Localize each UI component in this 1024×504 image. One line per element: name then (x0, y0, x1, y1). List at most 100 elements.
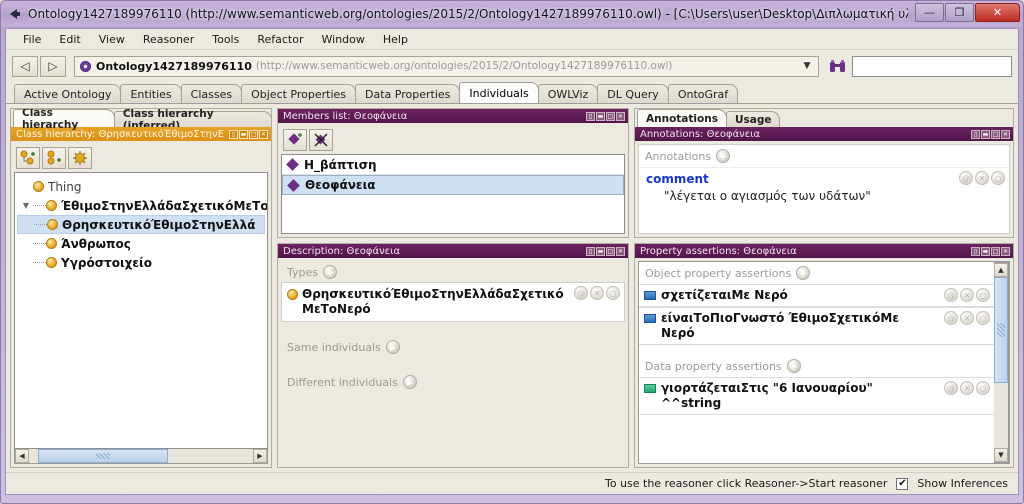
menu-tools[interactable]: Tools (203, 31, 248, 48)
delete-class-icon[interactable] (68, 147, 92, 169)
scroll-up-icon[interactable]: ▲ (994, 263, 1008, 277)
tab-owlviz[interactable]: OWLViz (537, 84, 599, 103)
scroll-thumb[interactable] (994, 277, 1008, 384)
annotate-icon[interactable]: @ (944, 311, 958, 325)
delete-icon[interactable]: ✕ (590, 286, 604, 300)
data-assertion-row[interactable]: γιορτάζεταιΣτις "6 Ιανουαρίου" ^^string … (639, 377, 994, 415)
minimize-panel-icon[interactable]: ▬ (981, 246, 990, 256)
back-button[interactable]: ◁ (12, 55, 38, 77)
scroll-down-icon[interactable]: ▼ (994, 448, 1008, 462)
minimize-panel-icon[interactable]: ▬ (239, 129, 248, 139)
menu-help[interactable]: Help (374, 31, 417, 48)
members-list[interactable]: Η_βάπτιση Θεοφάνεια (281, 154, 625, 234)
annotate-icon[interactable]: @ (574, 286, 588, 300)
subtab-usage[interactable]: Usage (725, 111, 781, 127)
maximize-panel-icon[interactable]: □ (991, 129, 1000, 139)
ontology-combobox[interactable]: Ontology1427189976110 (http://www.semant… (74, 55, 819, 77)
add-same-individual-icon[interactable]: ▸ (385, 340, 400, 354)
maximize-panel-icon[interactable]: □ (991, 246, 1000, 256)
delete-icon[interactable]: ✕ (960, 381, 974, 395)
type-entry[interactable]: ΘρησκευτικόΈθιμοΣτηνΕλλάδαΣχετικό ΜεΤοΝε… (281, 282, 625, 322)
scroll-track[interactable] (29, 449, 253, 463)
close-panel-icon[interactable]: ✕ (259, 129, 268, 139)
annotate-icon[interactable]: @ (944, 288, 958, 302)
edit-icon[interactable]: ○ (976, 288, 990, 302)
split-panel-icon[interactable]: ▯ (971, 246, 980, 256)
delete-icon[interactable]: ✕ (960, 311, 974, 325)
add-individual-icon[interactable] (283, 129, 307, 151)
scroll-left-icon[interactable]: ◀ (15, 449, 29, 463)
split-panel-icon[interactable]: ▯ (586, 111, 595, 121)
scroll-right-icon[interactable]: ▶ (253, 449, 267, 463)
close-button[interactable]: ✕ (975, 3, 1020, 22)
split-panel-icon[interactable]: ▯ (586, 246, 595, 256)
tree-twisty-expanded[interactable]: ▼ (19, 201, 33, 210)
menu-window[interactable]: Window (313, 31, 374, 48)
list-item[interactable]: Η_βάπτιση (282, 155, 624, 175)
tab-active-ontology[interactable]: Active Ontology (14, 84, 122, 103)
annotation-entry[interactable]: comment "λέγεται ο αγιασμός των υδάτων" … (639, 168, 1009, 209)
add-sibling-class-icon[interactable] (42, 147, 66, 169)
edit-icon[interactable]: ○ (991, 171, 1005, 185)
edit-icon[interactable]: ○ (976, 381, 990, 395)
menu-refactor[interactable]: Refactor (248, 31, 312, 48)
list-item[interactable]: Θεοφάνεια (282, 175, 624, 195)
annotate-icon[interactable]: @ (944, 381, 958, 395)
scroll-thumb[interactable] (37, 449, 168, 463)
menu-reasoner[interactable]: Reasoner (134, 31, 203, 48)
close-panel-icon[interactable]: ✕ (1001, 129, 1010, 139)
tree-item-ygrostoicheio[interactable]: Υγρόστοιχείο (17, 253, 265, 272)
tab-individuals[interactable]: Individuals (459, 82, 539, 103)
property-assertions-vertical-scrollbar[interactable]: ▲ ▼ (994, 262, 1009, 463)
tab-ontograf[interactable]: OntoGraf (667, 84, 739, 103)
menu-file[interactable]: File (14, 31, 50, 48)
show-inferences-checkbox[interactable]: ✔ (896, 477, 909, 490)
binoculars-icon[interactable] (829, 59, 846, 74)
maximize-panel-icon[interactable]: □ (249, 129, 258, 139)
minimize-panel-icon[interactable]: ▬ (596, 246, 605, 256)
maximize-panel-icon[interactable]: □ (606, 111, 615, 121)
delete-individual-icon[interactable] (309, 129, 333, 151)
search-input[interactable] (852, 55, 1012, 77)
subtab-annotations[interactable]: Annotations (637, 109, 727, 127)
close-panel-icon[interactable]: ✕ (616, 111, 625, 121)
edit-icon[interactable]: ○ (606, 286, 620, 300)
add-type-icon[interactable]: + (323, 265, 337, 279)
subtab-class-hierarchy-inferred[interactable]: Class hierarchy (inferred) (113, 109, 271, 132)
menu-edit[interactable]: Edit (50, 31, 89, 48)
tree-item-thriskeftiko-ethimo[interactable]: ΘρησκευτικόΈθιμοΣτηνΕλλά (17, 215, 265, 234)
close-panel-icon[interactable]: ✕ (1001, 246, 1010, 256)
split-panel-icon[interactable]: ▯ (971, 129, 980, 139)
annotations-list[interactable]: Annotations + comment "λέγεται ο αγιασμό… (638, 144, 1010, 234)
minimize-button[interactable]: — (915, 3, 944, 22)
menu-view[interactable]: View (90, 31, 134, 48)
chevron-down-icon[interactable]: ▼ (799, 56, 815, 76)
add-annotation-icon[interactable]: + (716, 149, 731, 163)
add-data-property-assertion-icon[interactable]: + (786, 359, 801, 373)
tab-classes[interactable]: Classes (180, 84, 243, 103)
property-assertions-list[interactable]: Object property assertions + σχετίζεταιΜ… (638, 261, 1010, 464)
minimize-panel-icon[interactable]: ▬ (596, 111, 605, 121)
delete-icon[interactable]: ✕ (975, 171, 989, 185)
delete-icon[interactable]: ✕ (960, 288, 974, 302)
add-subclass-icon[interactable] (16, 147, 40, 169)
forward-button[interactable]: ▷ (40, 55, 66, 77)
subtab-class-hierarchy[interactable]: Class hierarchy (13, 109, 115, 131)
add-object-property-assertion-icon[interactable]: + (796, 266, 811, 280)
tab-entities[interactable]: Entities (120, 84, 182, 103)
class-tree-horizontal-scrollbar[interactable]: ◀ ▶ (14, 449, 268, 464)
maximize-panel-icon[interactable]: □ (606, 246, 615, 256)
object-assertion-row[interactable]: είναιΤοΠιοΓνωστό ΈθιμοΣχετικόΜε Νερό @ ✕… (639, 307, 994, 345)
split-panel-icon[interactable]: ▯ (229, 129, 238, 139)
tab-data-properties[interactable]: Data Properties (355, 84, 461, 103)
tab-object-properties[interactable]: Object Properties (241, 84, 357, 103)
add-different-individual-icon[interactable]: ▸ (402, 375, 417, 389)
scroll-track[interactable] (994, 277, 1008, 448)
edit-icon[interactable]: ○ (976, 311, 990, 325)
tree-item-anthropos[interactable]: Άνθρωπος (17, 234, 265, 253)
tree-item-thing[interactable]: Thing (17, 177, 265, 196)
annotate-icon[interactable]: @ (959, 171, 973, 185)
close-panel-icon[interactable]: ✕ (616, 246, 625, 256)
tree-item-ethimo[interactable]: ▼ ΈθιμοΣτηνΕλλάδαΣχετικόΜεΤο (17, 196, 267, 215)
object-assertion-row[interactable]: σχετίζεταιΜε Νερό @ ✕ ○ (639, 284, 994, 307)
